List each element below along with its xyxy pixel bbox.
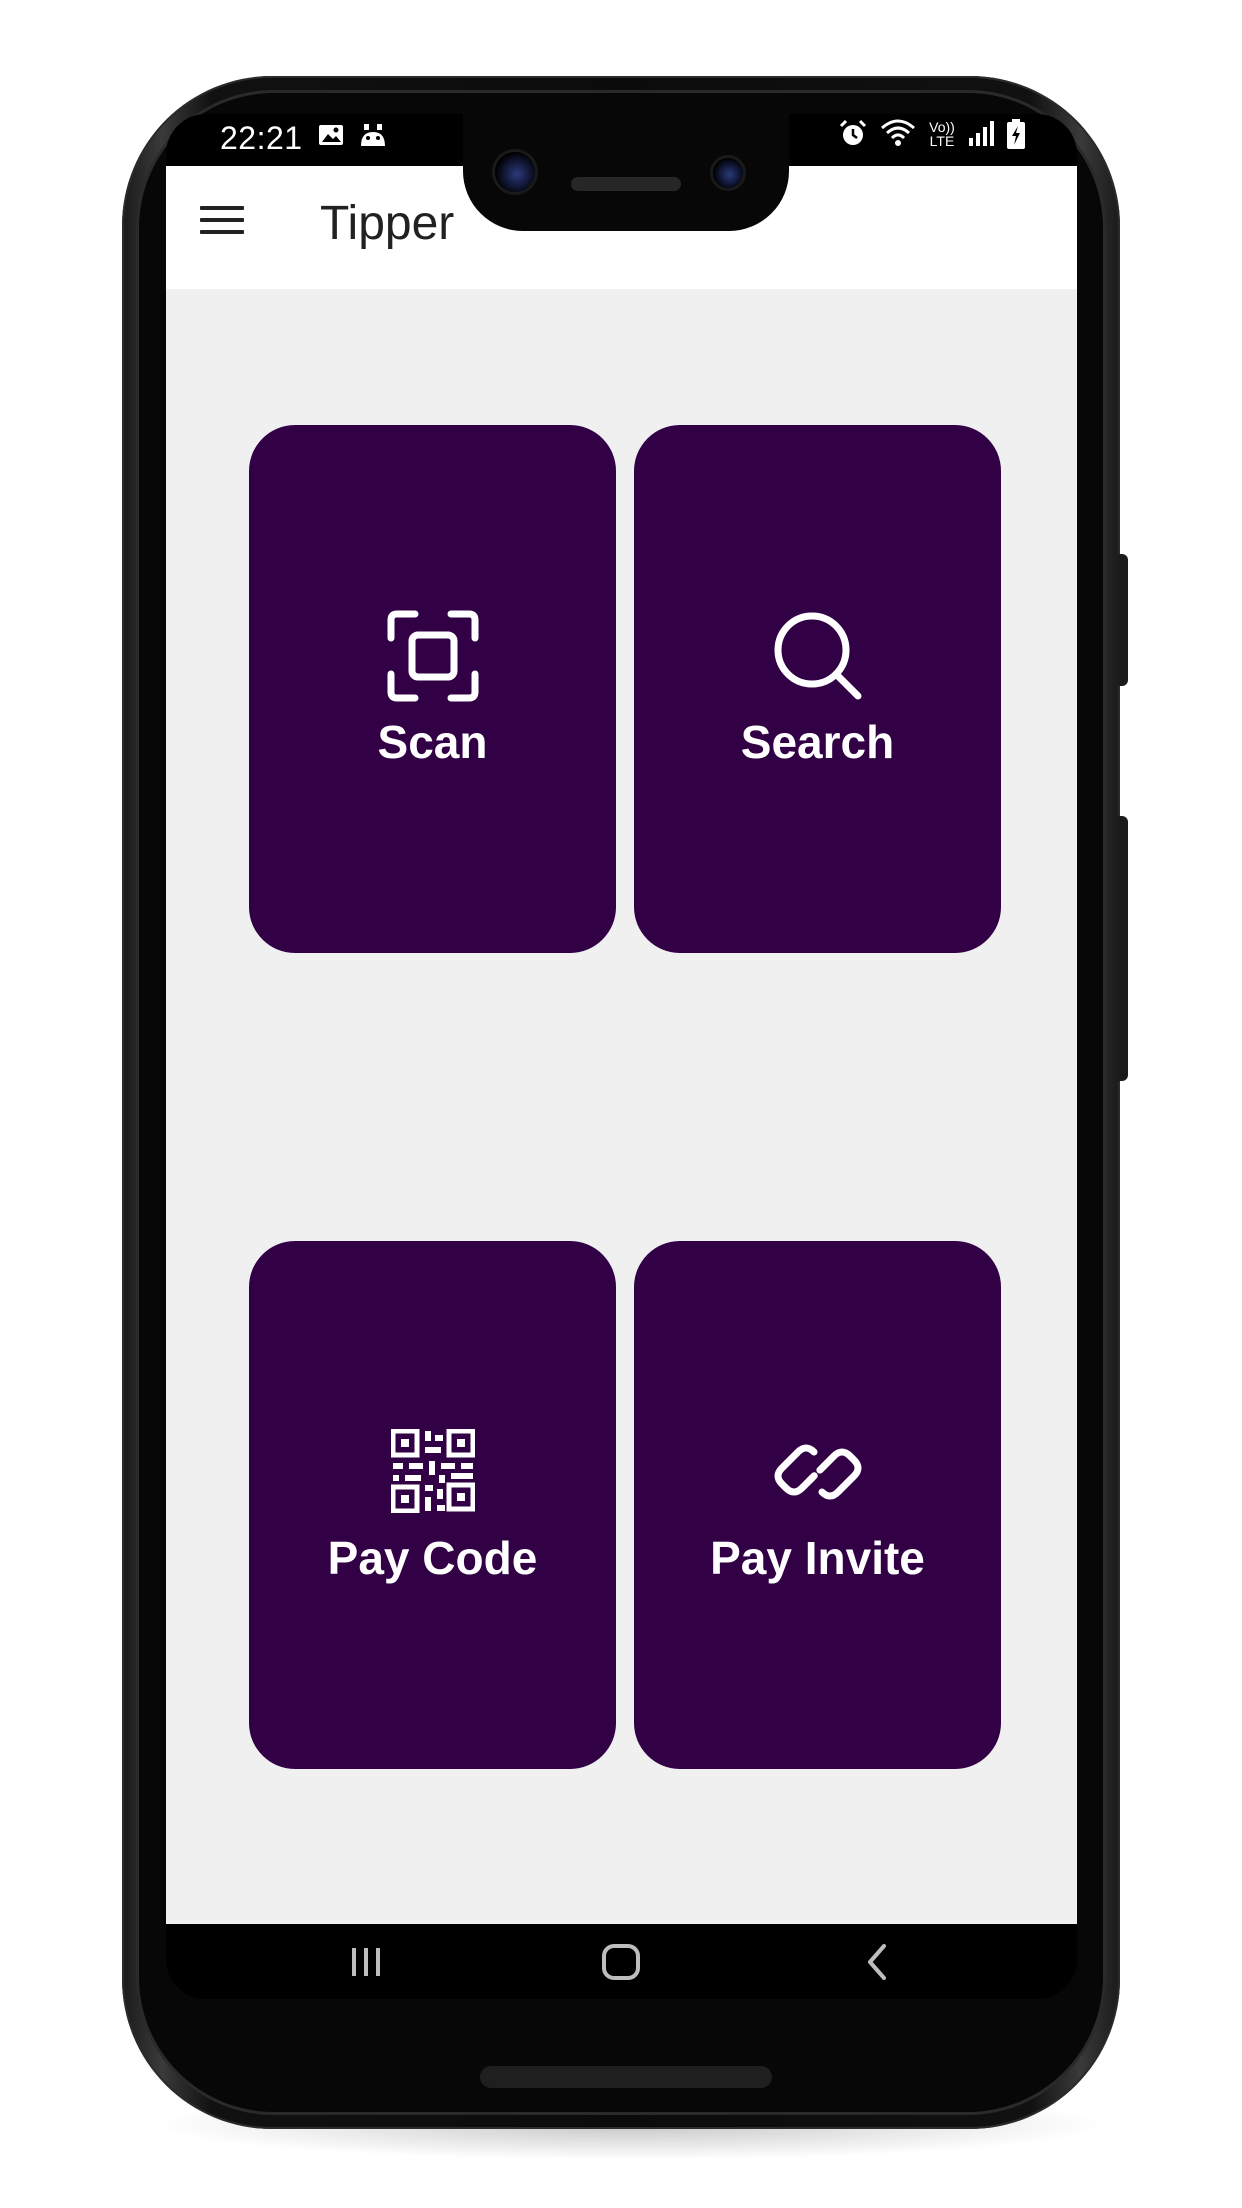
status-icons-right: Vo)) LTE <box>837 118 1027 150</box>
status-time: 22:21 <box>220 120 303 156</box>
bottom-speaker-grille <box>480 2066 772 2088</box>
wifi-icon <box>881 119 915 146</box>
system-nav-bar <box>166 1924 1077 1999</box>
app-content: Tipper Scan Search Pay Code Pay Invite <box>166 166 1077 1924</box>
battery-charging-icon <box>1007 119 1025 149</box>
pay-invite-label: Pay Invite <box>710 1532 925 1584</box>
power-button <box>1118 816 1128 1081</box>
notification-icon <box>361 124 385 146</box>
pay-code-label: Pay Code <box>327 1532 538 1584</box>
search-button[interactable]: Search <box>634 425 1001 953</box>
qr-code-icon <box>390 1429 475 1513</box>
recent-apps-icon[interactable] <box>336 1938 396 1986</box>
earpiece-speaker <box>571 177 681 191</box>
home-icon[interactable] <box>591 1938 651 1986</box>
volte-lte-label: Vo)) LTE <box>929 119 955 149</box>
link-icon <box>774 1444 861 1500</box>
scan-button[interactable]: Scan <box>249 425 616 953</box>
phone-screen: 22:21 Vo)) LTE Tipper Scan Search Pay Co… <box>166 114 1077 1999</box>
back-icon[interactable] <box>848 1938 908 1986</box>
magnifier-icon <box>774 612 861 700</box>
hamburger-menu-icon[interactable] <box>200 206 244 238</box>
image-icon <box>319 125 343 145</box>
volume-button <box>1118 554 1128 686</box>
app-title: Tipper <box>320 197 455 250</box>
signal-icon <box>969 121 994 146</box>
status-icons-left <box>316 120 390 150</box>
pay-code-button[interactable]: Pay Code <box>249 1241 616 1769</box>
device-mockup: 22:21 Vo)) LTE Tipper Scan Search Pay Co… <box>0 0 1242 2208</box>
camera-notch <box>463 114 789 231</box>
scan-label: Scan <box>377 716 488 768</box>
search-label: Search <box>740 716 895 768</box>
pay-invite-button[interactable]: Pay Invite <box>634 1241 1001 1769</box>
front-camera <box>495 152 535 192</box>
alarm-icon <box>839 119 867 145</box>
scan-frame-icon <box>387 610 478 702</box>
front-sensor <box>713 158 743 188</box>
